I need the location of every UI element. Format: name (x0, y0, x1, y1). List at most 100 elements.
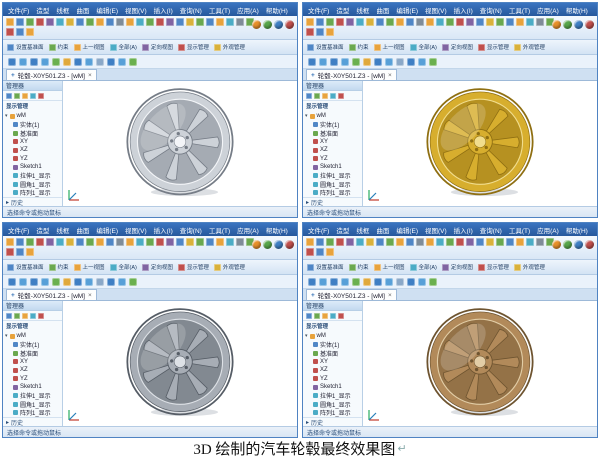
menu-item[interactable]: 插入(I) (453, 5, 474, 15)
rotate-view-icon[interactable] (385, 277, 393, 286)
pan-icon[interactable] (526, 238, 534, 246)
ribbon-button[interactable]: 全部(A) (409, 43, 437, 51)
ribbon-button[interactable]: 设置基准面 (7, 43, 44, 51)
collapse-icon[interactable] (22, 312, 28, 319)
pattern-icon[interactable] (146, 18, 154, 26)
history-tab[interactable]: ▸ 历史 (3, 197, 62, 206)
pan-icon[interactable] (526, 18, 534, 26)
fillet-icon[interactable] (106, 18, 114, 26)
mirror-icon[interactable] (456, 18, 464, 26)
tree-item[interactable]: 实体(1) (305, 121, 360, 129)
pattern-icon[interactable] (446, 18, 454, 26)
view-top-icon[interactable] (30, 57, 38, 66)
background-icon[interactable] (429, 277, 437, 286)
pan-view-icon[interactable] (374, 57, 382, 66)
material-icon[interactable] (16, 28, 24, 36)
render-icon[interactable] (206, 238, 214, 246)
tree-item[interactable]: 拉伸1_显示 (5, 392, 60, 400)
view-front-icon[interactable] (19, 277, 27, 286)
chamfer-icon[interactable] (116, 238, 124, 246)
tree-item[interactable]: Sketch1 (5, 383, 60, 392)
menu-item[interactable]: 线框 (55, 5, 70, 15)
zoom-icon[interactable] (516, 18, 524, 26)
menu-item[interactable]: 帮助(H) (265, 5, 289, 15)
revolve-icon[interactable] (76, 18, 84, 26)
shade-icon[interactable] (96, 277, 104, 286)
pan-icon[interactable] (226, 238, 234, 246)
ribbon-button[interactable]: 定向视图 (441, 43, 473, 51)
ribbon-button[interactable]: 显示管理 (477, 43, 509, 51)
history-tab[interactable]: ▸ 历史 (3, 417, 62, 426)
ribbon-button[interactable]: 显示管理 (177, 43, 209, 51)
menu-item[interactable]: 文件(F) (307, 225, 330, 235)
ribbon-button[interactable]: 设置基准面 (307, 43, 344, 51)
zoom-icon[interactable] (216, 18, 224, 26)
expand-icon[interactable] (314, 92, 320, 99)
menu-item[interactable]: 应用(A) (536, 225, 560, 235)
render-ball-green-icon[interactable] (263, 240, 272, 249)
menu-item[interactable]: 视图(V) (124, 5, 148, 15)
ribbon-button[interactable]: 外观管理 (213, 43, 245, 51)
tree-item[interactable]: 圆角1_显示 (5, 180, 60, 189)
menu-item[interactable]: 插入(I) (153, 225, 174, 235)
tree-item[interactable]: wM (305, 112, 360, 121)
measure-icon[interactable] (186, 18, 194, 26)
open-icon[interactable] (316, 238, 324, 246)
menu-item[interactable]: 视图(V) (124, 225, 148, 235)
save-icon[interactable] (26, 238, 34, 246)
new-icon[interactable] (306, 18, 314, 26)
ribbon-button[interactable]: 外观管理 (513, 263, 545, 271)
layer-icon[interactable] (306, 248, 314, 256)
redo-icon[interactable] (346, 18, 354, 26)
zoom-fit-icon[interactable] (352, 277, 360, 286)
menu-item[interactable]: 文件(F) (307, 5, 330, 15)
view-right-icon[interactable] (341, 57, 349, 66)
shade-icon[interactable] (396, 57, 404, 66)
tree-item[interactable]: YZ (305, 375, 360, 384)
menu-item[interactable]: 查询(N) (179, 225, 203, 235)
tree-item[interactable]: XY (5, 358, 60, 367)
loft-icon[interactable] (396, 238, 404, 246)
render-ball-blue-icon[interactable] (274, 240, 283, 249)
tree-item[interactable]: XY (5, 138, 60, 147)
collapse-icon[interactable] (322, 312, 328, 319)
render-ball-green-icon[interactable] (563, 20, 572, 29)
refresh-icon[interactable] (30, 92, 36, 99)
tree-item[interactable]: XY (305, 358, 360, 367)
menu-item[interactable]: 文件(F) (7, 5, 30, 15)
redo-icon[interactable] (46, 238, 54, 246)
move-icon[interactable] (466, 18, 474, 26)
draft-icon[interactable] (136, 18, 144, 26)
draft-icon[interactable] (136, 238, 144, 246)
background-icon[interactable] (129, 57, 137, 66)
zoom-fit-icon[interactable] (52, 57, 60, 66)
tree-item[interactable]: 实体(1) (305, 341, 360, 349)
filter-icon[interactable] (306, 92, 312, 99)
sweep-icon[interactable] (86, 18, 94, 26)
tree-item[interactable]: XY (305, 138, 360, 147)
tree-item[interactable]: XZ (5, 366, 60, 375)
wheel-model[interactable] (424, 305, 536, 417)
zoom-window-icon[interactable] (363, 277, 371, 286)
viewport-canvas[interactable] (63, 301, 297, 426)
shell-icon[interactable] (126, 18, 134, 26)
undo-icon[interactable] (36, 238, 44, 246)
refresh-icon[interactable] (330, 92, 336, 99)
settings-icon[interactable] (326, 28, 334, 36)
save-icon[interactable] (326, 238, 334, 246)
sweep-icon[interactable] (386, 238, 394, 246)
rotate-icon[interactable] (236, 18, 244, 26)
ribbon-button[interactable]: 上一视图 (373, 263, 405, 271)
render-ball-blue-icon[interactable] (274, 20, 283, 29)
sketch-icon[interactable] (356, 238, 364, 246)
filter-icon[interactable] (306, 312, 312, 319)
render-ball-green-icon[interactable] (563, 240, 572, 249)
settings-icon[interactable] (326, 248, 334, 256)
new-tab-icon[interactable]: + (11, 72, 15, 79)
chamfer-icon[interactable] (416, 238, 424, 246)
view-front-icon[interactable] (319, 277, 327, 286)
extrude-icon[interactable] (66, 238, 74, 246)
align-icon[interactable] (176, 238, 184, 246)
menu-item[interactable]: 视图(V) (424, 5, 448, 15)
render-ball-red-icon[interactable] (585, 20, 594, 29)
